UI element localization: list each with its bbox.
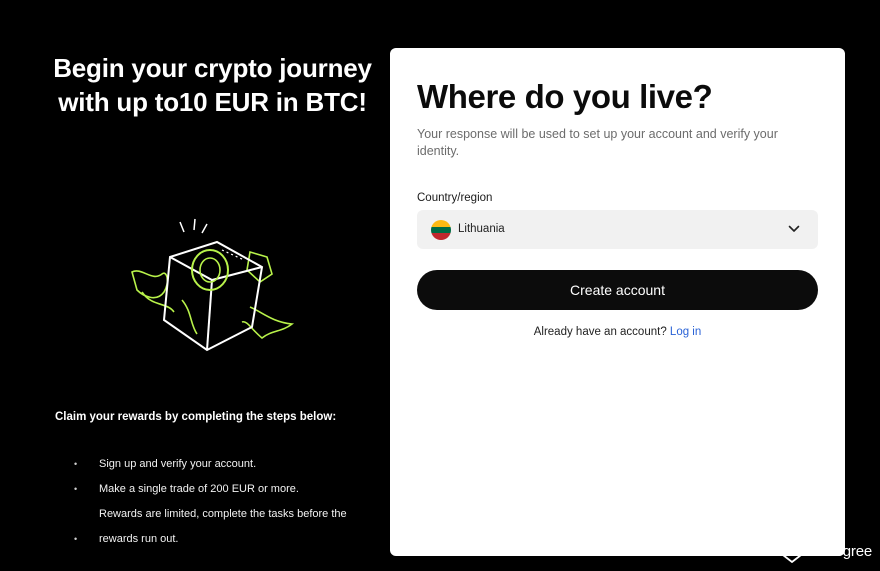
bitdegree-logo-icon (782, 539, 802, 563)
gift-box-illustration (131, 218, 295, 352)
step-text: Sign up and verify your account. (99, 458, 257, 470)
list-item: • Make a single trade of 200 EUR or more… (70, 477, 347, 502)
step-note: Rewards are limited, complete the tasks … (99, 508, 347, 520)
step-text: Make a single trade of 200 EUR or more. (99, 483, 299, 495)
country-select[interactable]: Lithuania (417, 210, 818, 249)
page-title: Where do you live? (417, 78, 713, 115)
step-text: rewards run out. (99, 533, 179, 545)
list-item: • rewards run out. (70, 527, 347, 552)
signup-card: Where do you live? Your response will be… (390, 48, 845, 556)
steps-list: • Sign up and verify your account. • Mak… (70, 452, 347, 552)
list-item: • Sign up and verify your account. (70, 452, 347, 477)
bullet-icon: • (74, 534, 78, 544)
promo-title: Begin your crypto journey with up to10 E… (53, 53, 372, 117)
create-account-button[interactable]: Create account (417, 270, 818, 310)
rewards-heading: Claim your rewards by completing the ste… (55, 411, 337, 423)
lithuania-flag-icon (431, 220, 451, 240)
bullet-icon: • (74, 484, 78, 494)
chevron-down-icon (788, 225, 800, 232)
login-prompt-row: Already have an account? Log in (417, 326, 818, 338)
country-label: Country/region (417, 192, 493, 204)
login-link[interactable]: Log in (670, 326, 701, 338)
bullet-icon: • (74, 459, 78, 469)
watermark-text: BitDegree (807, 542, 872, 560)
promo-panel: Begin your crypto journey with up to10 E… (0, 0, 390, 571)
login-prompt: Already have an account? (533, 326, 667, 338)
watermark: BitDegree (782, 539, 872, 563)
country-value: Lithuania (458, 223, 505, 235)
page-subtitle: Your response will be used to set up you… (417, 127, 778, 158)
